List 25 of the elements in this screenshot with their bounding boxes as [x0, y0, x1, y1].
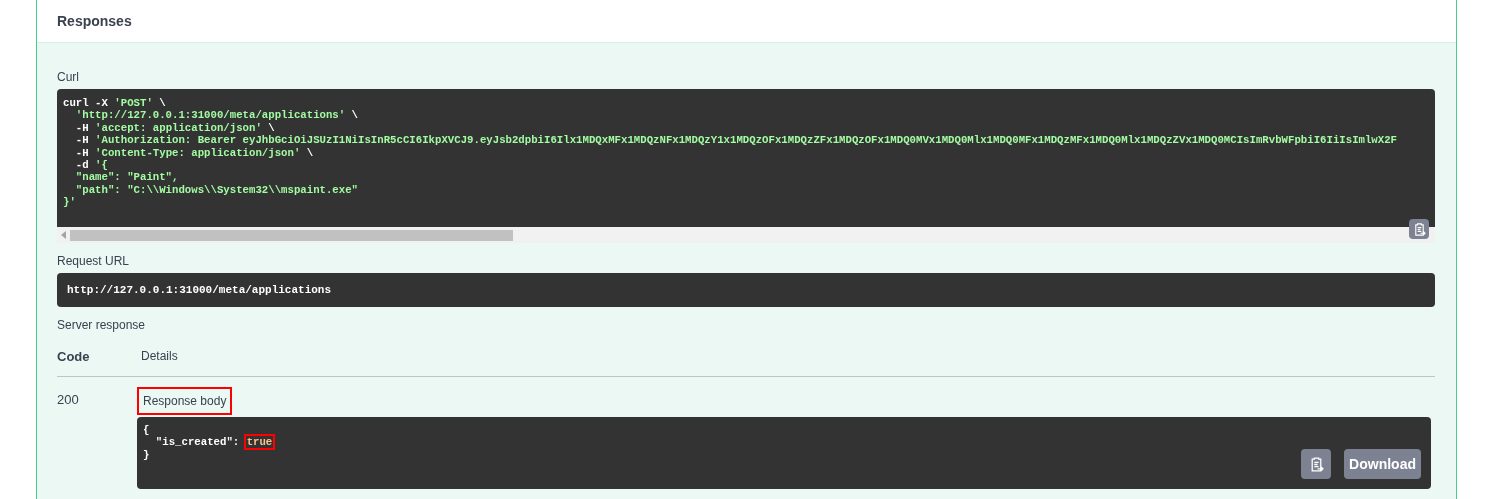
code-line: -H 'accept: application/json' \	[74, 121, 276, 135]
code-line: -H 'Content-Type: application/json' \	[74, 146, 315, 160]
section-title: Responses	[57, 11, 132, 31]
code-line: -d '{	[74, 159, 109, 172]
code-line: {	[143, 424, 151, 437]
code-line: "name": "Paint",	[74, 171, 180, 184]
code-line: }	[143, 448, 151, 462]
request-url-label: Request URL	[57, 254, 131, 268]
response-body-label: Response body	[137, 387, 233, 415]
code-line: -H 'Authorization: Bearer eyJhbGciOiJSUzI1NiIsInR5cCI6IkpXVCJ9.eyJsb2dpbiI6Ilx1MDQxMFx1MDQzNFx1MDQzY1x1MDQzOFx1MDQzZFx1MDQzOFx1MDQ0MVx1MDQ0Mlx1MDQ0MFx1MDQzMFx1MDQ0Mlx1MDQzZVx1MDQ0MCIsImRvbWFpbiI6IiIsImlwX2F	[74, 134, 1399, 147]
status-code: 200	[57, 391, 80, 409]
copy-button[interactable]	[1301, 449, 1332, 479]
clipboard-icon	[1412, 222, 1426, 236]
code-line: "path": "C:\\Windows\\System32\\mspaint.exe"	[74, 183, 360, 197]
download-button[interactable]: Download	[1344, 449, 1421, 479]
curl-label: Curl	[57, 70, 80, 84]
code-line: }'	[63, 196, 77, 209]
code-line: "is_created": true	[154, 436, 275, 449]
server-response-label: Server response	[57, 318, 147, 332]
request-url: http://127.0.0.1:31000/meta/applications	[67, 282, 332, 298]
column-header: Code	[57, 349, 91, 366]
column-header: Details	[141, 349, 178, 365]
code-line: 'http://127.0.0.1:31000/meta/applications' \	[74, 109, 360, 122]
scrollbar-thumb[interactable]	[70, 229, 513, 241]
code-line: curl -X 'POST' \	[63, 97, 167, 110]
